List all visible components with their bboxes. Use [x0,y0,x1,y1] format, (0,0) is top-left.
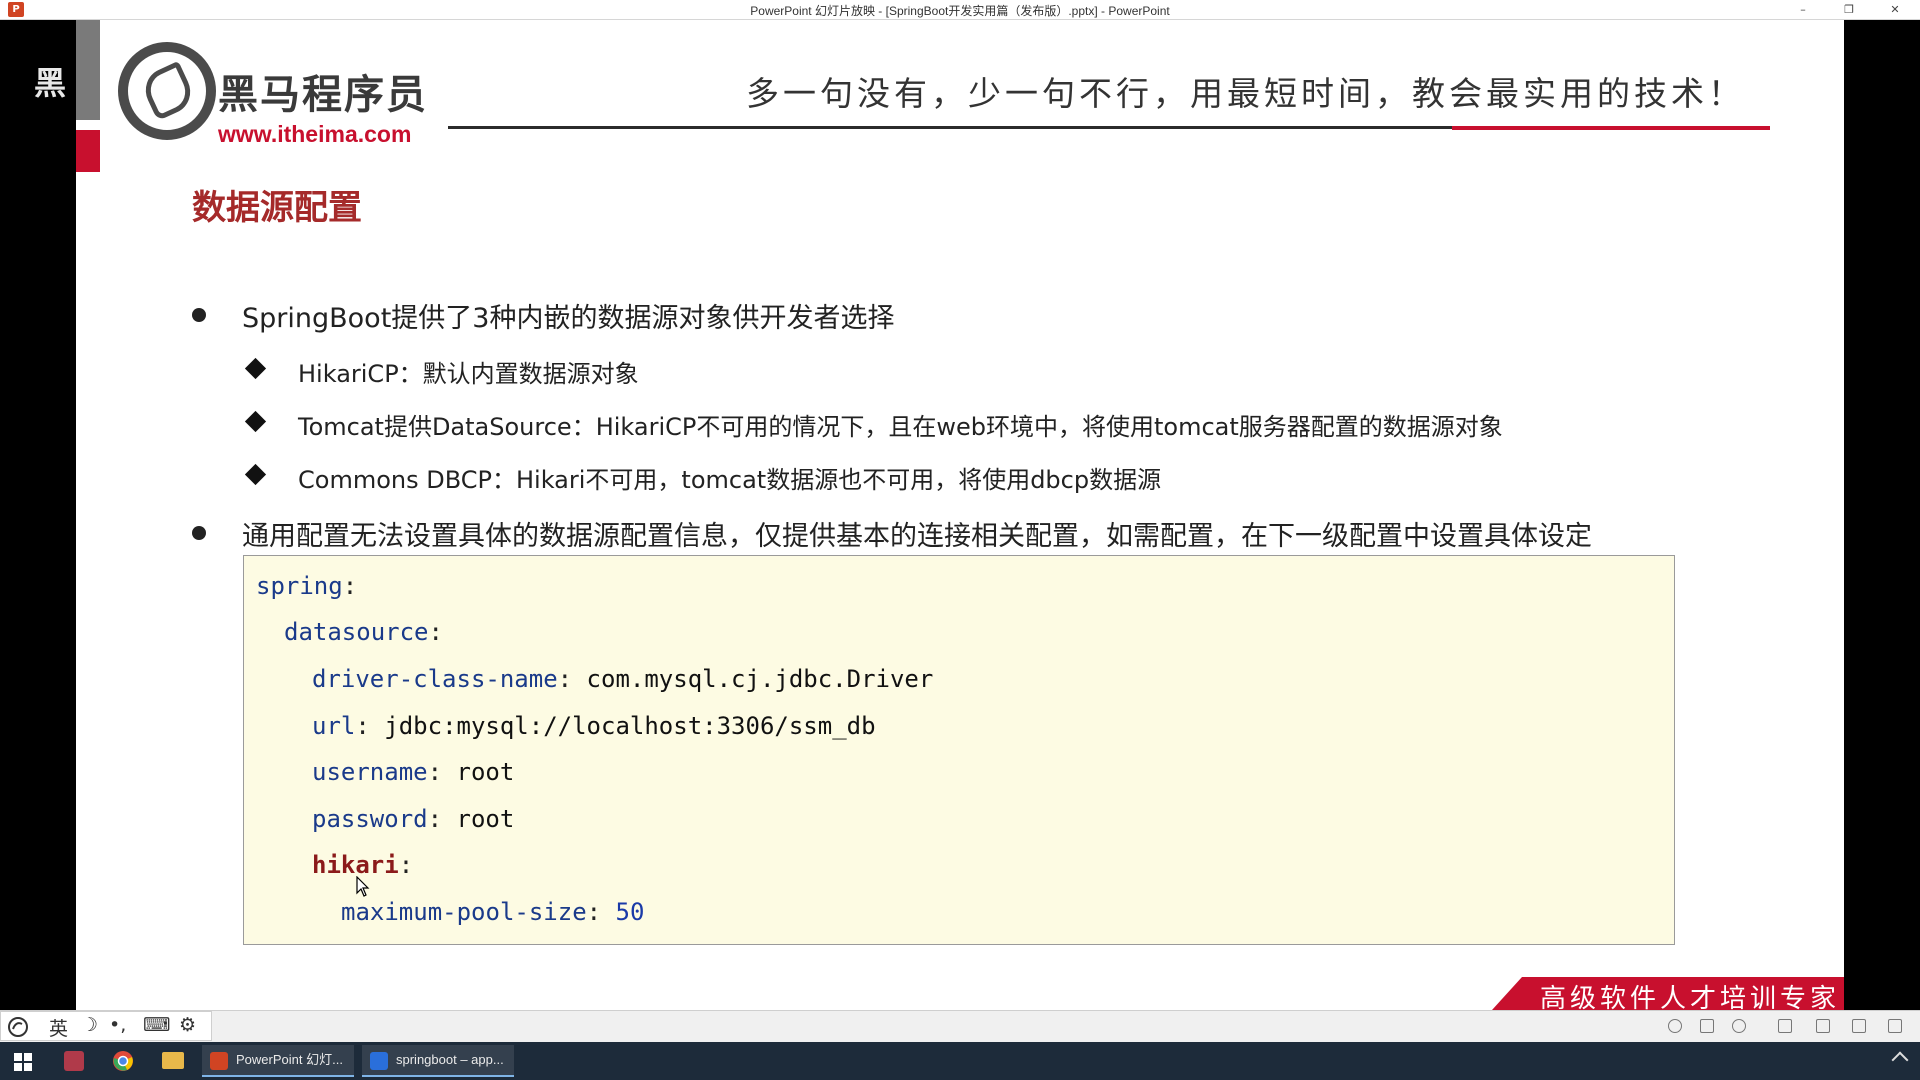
code-key-highlight: hikari [312,851,399,879]
slide-sorter-icon[interactable] [1816,1019,1830,1033]
sub-bullet-text: Commons DBCP：Hikari不可用，tomcat数据源也不可用，将使用… [298,466,1162,494]
code-line: datasource: [284,618,443,646]
windows-taskbar: PowerPoint 幻灯... springboot – app... [0,1042,1920,1080]
code-key: driver-class-name [312,665,558,693]
next-slide-icon[interactable] [1732,1019,1746,1033]
window-titlebar: P PowerPoint 幻灯片放映 - [SpringBoot开发实用篇（发布… [0,0,1920,20]
show-hidden-icons-icon[interactable] [1891,1051,1909,1069]
code-colon: : [586,898,602,926]
logo-url: www.itheima.com [218,121,412,147]
code-colon: : [428,618,443,646]
windows-start-icon[interactable] [14,1053,32,1071]
code-value: com.mysql.cj.jdbc.Driver [586,665,934,693]
bullet-text: SpringBoot提供了3种内嵌的数据源对象供开发者选择 [242,303,895,334]
taskbar-item-intellij[interactable]: springboot – app... [362,1045,514,1077]
presentation-statusbar: 英 ☽ •, ⌨ ⚙ [0,1010,1920,1042]
code-colon: : [398,851,414,879]
footer-banner-text: 高级软件人才培训专家 [1540,984,1841,1010]
window-title: PowerPoint 幻灯片放映 - [SpringBoot开发实用篇（发布版）… [750,4,1170,18]
app-launcher-icon[interactable] [64,1051,84,1071]
logo-brand-name: 黑马程序员 [218,72,428,118]
mouse-cursor-icon [356,876,370,897]
taskbar-item-label: springboot – app... [396,1052,504,1067]
code-line: url: jdbc:mysql://localhost:3306/ssm_db [312,712,876,740]
code-value: root [456,805,515,833]
logo-emblem-icon [118,42,216,140]
slide: 黑马程序员 www.itheima.com 多一句没有，少一句不行，用最短时间，… [76,20,1844,1010]
diamond-bullet-icon [244,357,267,380]
intellij-icon [370,1052,388,1070]
brand-logo: 黑马程序员 www.itheima.com [118,42,438,152]
code-line: spring: [256,572,357,600]
code-colon: : [427,805,443,833]
code-line: password: root [312,805,514,833]
slideshow-view-icon[interactable] [1888,1019,1902,1033]
code-key: password [312,805,428,833]
footer-banner: 高级软件人才培训专家 [1492,977,1844,1010]
watermark-text: 黑 [34,64,69,102]
code-line: username: root [312,758,514,786]
file-explorer-icon[interactable] [162,1052,184,1069]
ime-toolbar: 英 ☽ •, ⌨ ⚙ [0,1011,212,1041]
taskbar-item-label: PowerPoint 幻灯... [236,1052,343,1067]
normal-view-icon[interactable] [1778,1019,1792,1033]
restore-button[interactable]: ❐ [1826,0,1872,20]
reading-view-icon[interactable] [1852,1019,1866,1033]
previous-slide-icon[interactable] [1668,1019,1682,1033]
code-key: spring [256,572,343,600]
code-line: hikari: [312,851,413,879]
letterbox-left [0,20,76,1010]
bullet-dot-icon [192,526,206,540]
code-line: driver-class-name: com.mysql.cj.jdbc.Dri… [312,665,933,693]
sub-bullet-text: Tomcat提供DataSource：HikariCP不可用的情况下，且在web… [298,413,1503,441]
ime-language-toggle[interactable]: 英 [49,1014,68,1041]
powerpoint-icon [210,1052,228,1070]
diamond-bullet-icon [244,463,267,486]
close-button[interactable]: ✕ [1872,0,1918,20]
slogan: 多一句没有，少一句不行，用最短时间，教会最实用的技术！ [746,74,1745,113]
ime-halfwidth-icon[interactable]: ☽ [81,1014,98,1036]
accent-strip-gray [76,20,100,120]
slide-title: 数据源配置 [192,188,362,228]
ime-logo-icon[interactable] [7,1016,29,1038]
code-line: maximum-pool-size: 50 [341,898,644,926]
yaml-code-block: spring: datasource: driver-class-name: c… [243,555,1675,945]
code-key: datasource [284,618,429,646]
ime-settings-icon[interactable]: ⚙ [179,1014,196,1036]
chrome-icon[interactable] [112,1050,134,1072]
taskbar-item-powerpoint[interactable]: PowerPoint 幻灯... [202,1045,354,1077]
letterbox-right [1844,20,1920,1010]
ime-keyboard-icon[interactable]: ⌨ [143,1014,170,1036]
bullet-text: 通用配置无法设置具体的数据源配置信息，仅提供基本的连接相关配置，如需配置，在下一… [242,521,1592,552]
ime-punctuation-icon[interactable]: •, [109,1014,126,1036]
accent-strip-red [76,130,100,172]
code-value: jdbc:mysql://localhost:3306/ssm_db [384,712,876,740]
header-divider-accent [1452,126,1770,130]
code-colon: : [557,665,573,693]
code-key: maximum-pool-size [341,898,587,926]
code-key: username [312,758,428,786]
code-colon: : [427,758,443,786]
code-colon: : [355,712,370,740]
bullet-dot-icon [192,308,206,322]
diamond-bullet-icon [244,410,267,433]
code-key: url [312,712,356,740]
sub-bullet-text: HikariCP：默认内置数据源对象 [298,360,639,388]
code-colon: : [342,572,358,600]
code-value: root [456,758,515,786]
code-number: 50 [615,898,645,926]
minimize-button[interactable]: – [1780,0,1826,20]
slide-menu-icon[interactable] [1700,1019,1714,1033]
